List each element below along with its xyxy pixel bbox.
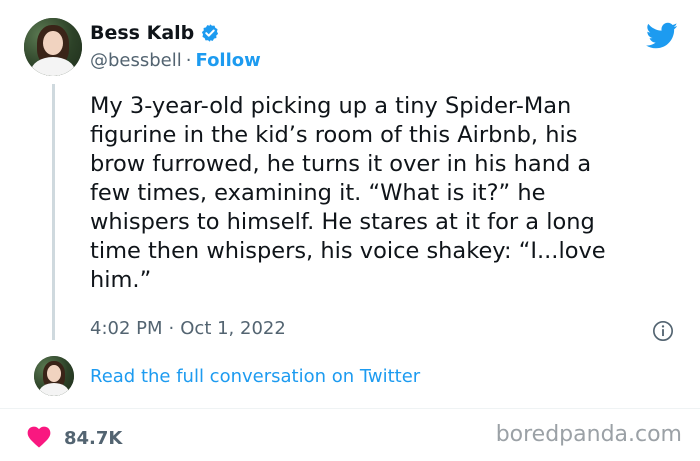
reply-avatar[interactable] (34, 356, 74, 396)
author-avatar[interactable] (24, 18, 82, 76)
author-handle[interactable]: @bessbell (90, 50, 182, 71)
author-name-row: Bess Kalb (90, 22, 220, 44)
likes-row[interactable]: 84.7K (26, 424, 122, 452)
tweet-card: Bess Kalb @bessbell · Follow My 3-year-o… (0, 0, 700, 461)
tweet-text: My 3-year-old picking up a tiny Spider-M… (90, 93, 606, 293)
author-name[interactable]: Bess Kalb (90, 22, 194, 44)
info-icon[interactable] (652, 320, 674, 346)
follow-button[interactable]: Follow (196, 50, 261, 71)
verified-badge-icon (200, 23, 220, 43)
watermark: boredpanda.com (495, 422, 682, 447)
thread-line (52, 84, 55, 340)
separator-dot: · (185, 50, 192, 71)
tweet-time[interactable]: 4:02 PM (90, 318, 163, 339)
twitter-bird-icon[interactable] (646, 22, 678, 54)
separator-dot: · (168, 318, 175, 339)
heart-icon[interactable] (26, 424, 52, 452)
tweet-date[interactable]: Oct 1, 2022 (180, 318, 286, 339)
likes-count: 84.7K (64, 427, 123, 449)
author-handle-row: @bessbell · Follow (90, 50, 261, 71)
divider (0, 408, 700, 409)
tweet-meta: 4:02 PM · Oct 1, 2022 (90, 318, 286, 339)
read-conversation-link[interactable]: Read the full conversation on Twitter (90, 366, 420, 387)
